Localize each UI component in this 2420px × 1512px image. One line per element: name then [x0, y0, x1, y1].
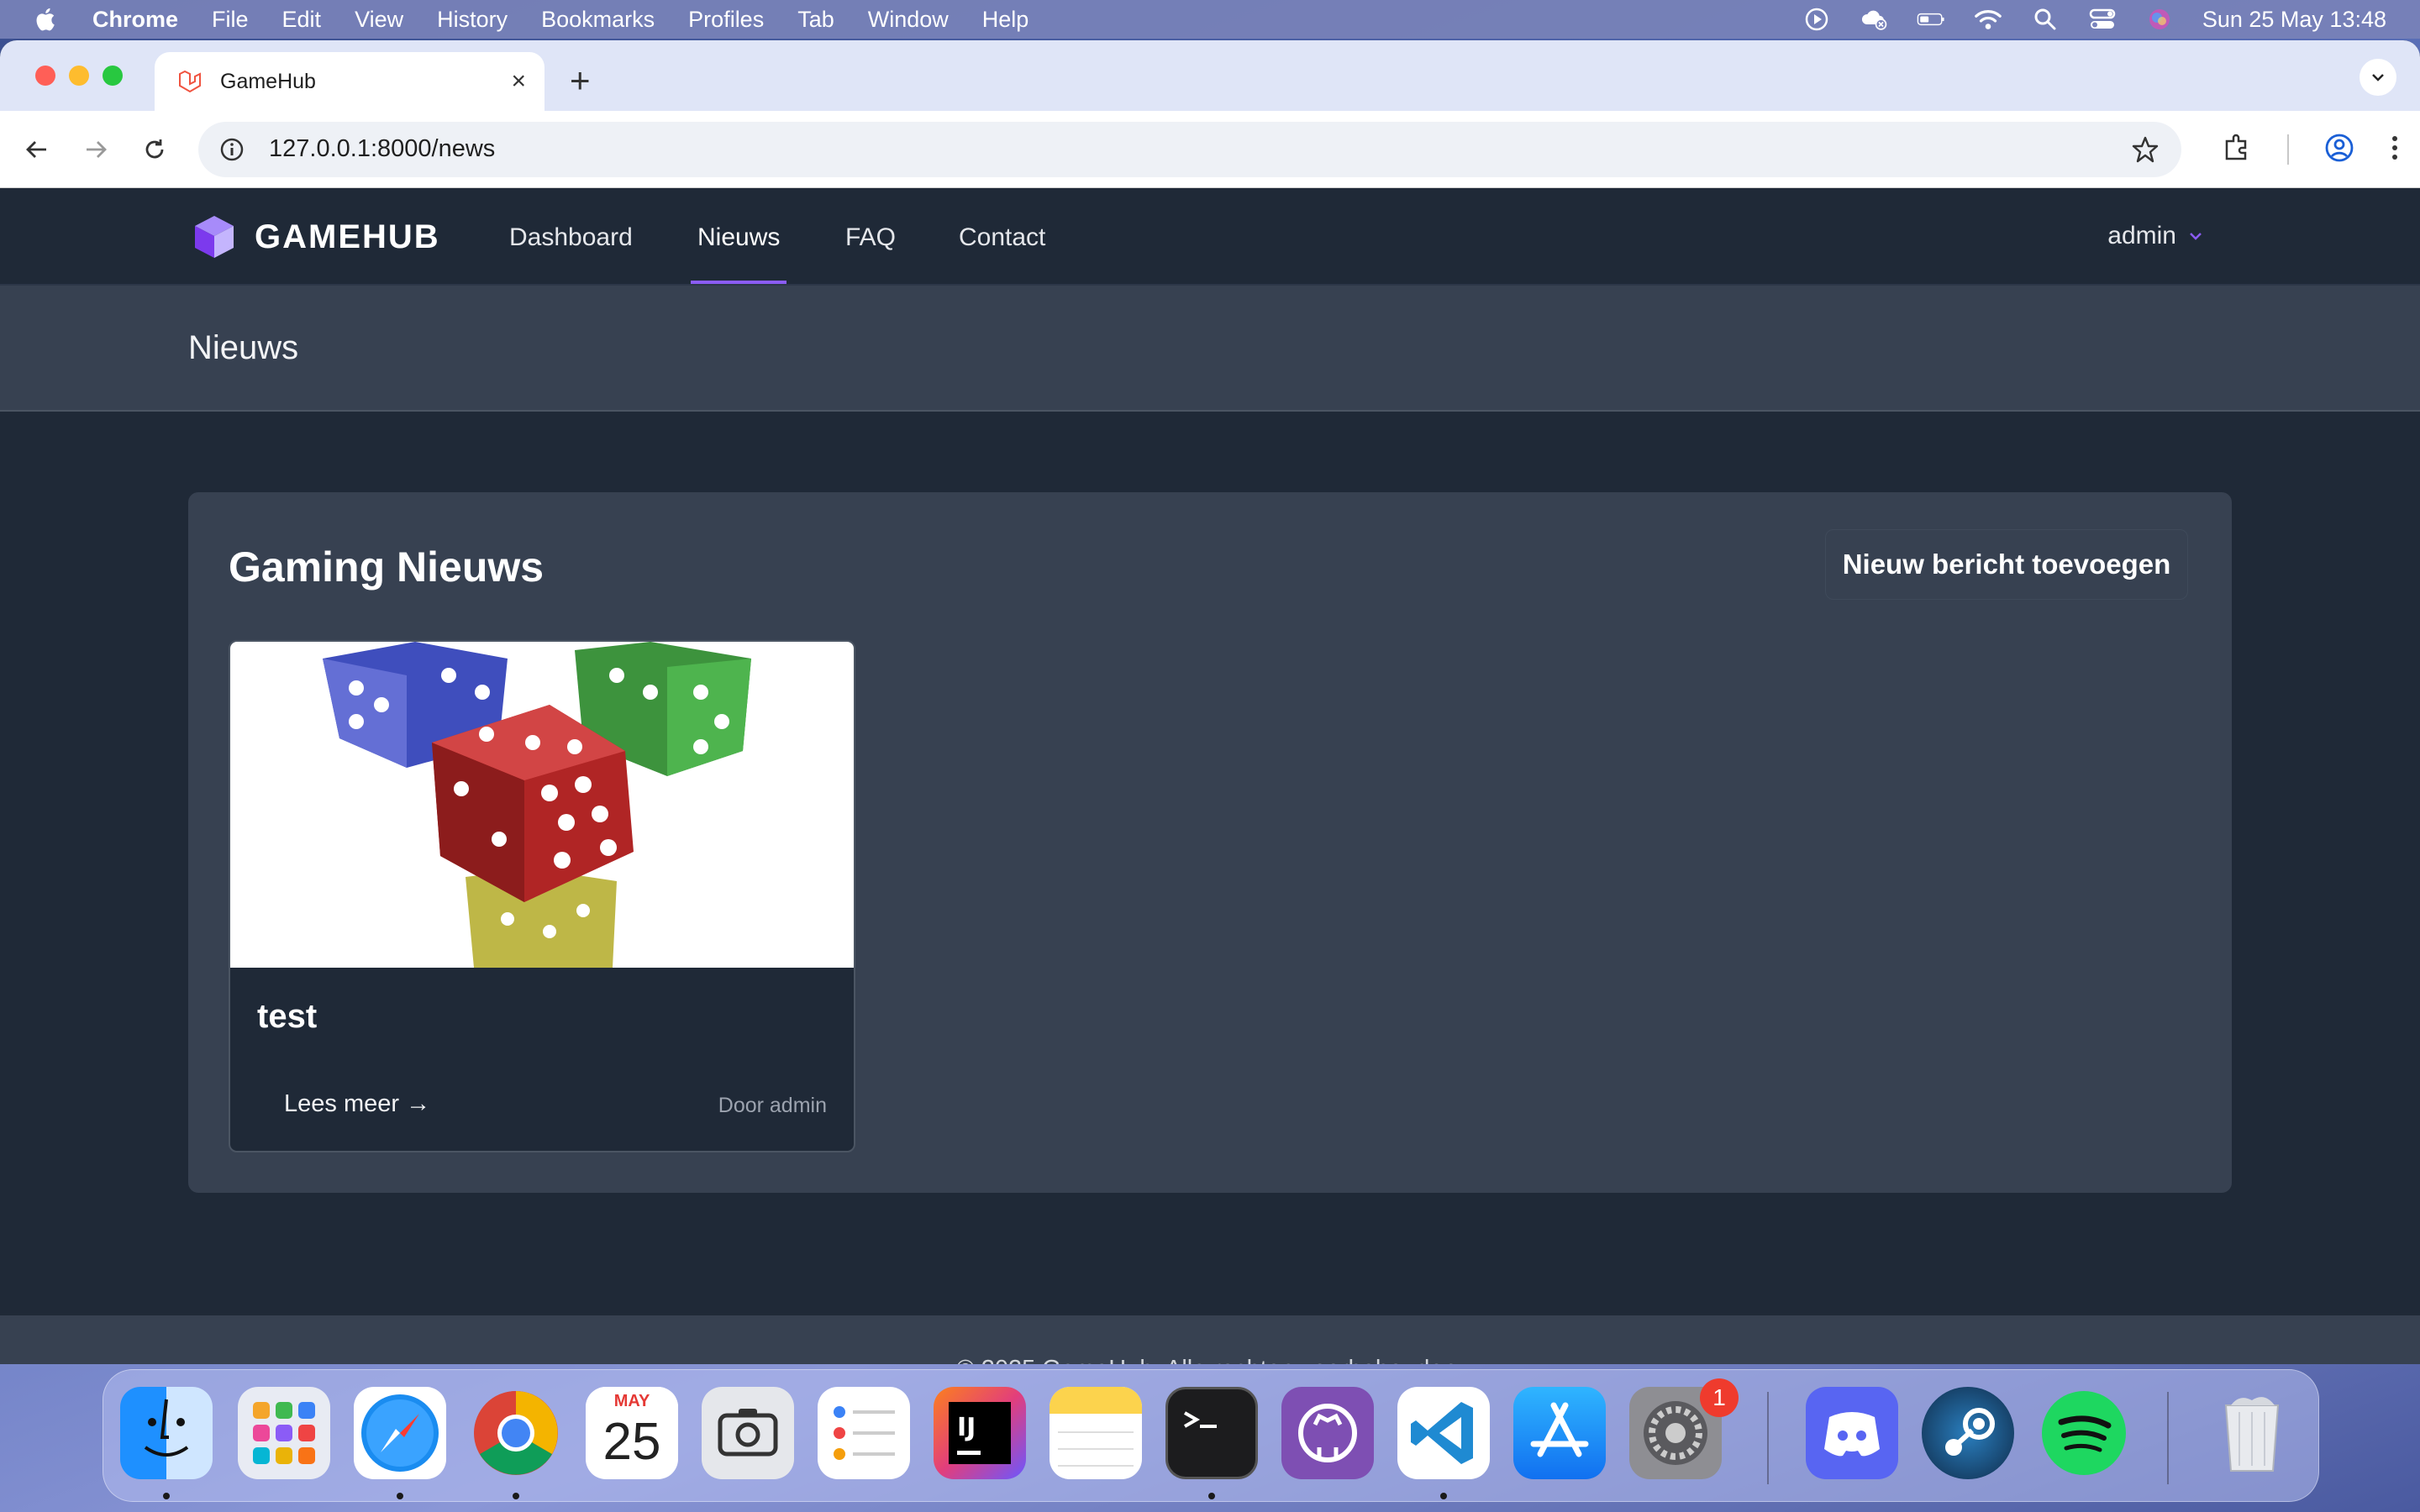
- nav-faq[interactable]: FAQ: [845, 223, 896, 252]
- laravel-favicon-icon: [179, 70, 201, 93]
- menu-help[interactable]: Help: [982, 7, 1029, 33]
- nav-contact[interactable]: Contact: [959, 223, 1045, 252]
- svg-text:IJ: IJ: [957, 1413, 976, 1442]
- vscode-running-dot: [1440, 1493, 1447, 1499]
- macos-menubar: Chrome File Edit View History Bookmarks …: [0, 0, 2420, 39]
- close-window-button[interactable]: [35, 66, 55, 86]
- cloud-icon[interactable]: [1860, 7, 1888, 32]
- status-area: Sun 25 May 13:48: [1802, 0, 2386, 39]
- window-controls: [35, 66, 123, 86]
- intellij-icon[interactable]: IJ: [934, 1387, 1026, 1479]
- menubar-clock[interactable]: Sun 25 May 13:48: [2202, 7, 2386, 33]
- read-more-link[interactable]: Lees meer →: [284, 1090, 430, 1118]
- web-page: GAMEHUB Dashboard Nieuws FAQ Contact adm…: [0, 188, 2420, 1364]
- more-menu-icon[interactable]: [2390, 133, 2400, 167]
- spotlight-icon[interactable]: [2031, 7, 2060, 32]
- finder-icon[interactable]: [120, 1387, 213, 1479]
- macos-dock: MAY 25 IJ 1: [103, 1369, 2319, 1502]
- chrome-icon[interactable]: [470, 1387, 562, 1479]
- news-panel: Gaming Nieuws Nieuw bericht toevoegen te…: [188, 492, 2232, 1193]
- page-header: Nieuws: [0, 286, 2420, 412]
- news-card[interactable]: test Lees meer → Door admin: [229, 640, 855, 1152]
- github-desktop-icon[interactable]: [1281, 1387, 1374, 1479]
- site-info-icon[interactable]: [218, 136, 245, 163]
- user-dropdown[interactable]: admin: [2107, 222, 2203, 250]
- menu-file[interactable]: File: [212, 7, 249, 33]
- menu-app-name[interactable]: Chrome: [92, 7, 178, 33]
- user-name: admin: [2107, 222, 2176, 249]
- calendar-month: MAY: [586, 1387, 678, 1412]
- menu-tab[interactable]: Tab: [797, 7, 834, 33]
- calendar-day: 25: [602, 1413, 661, 1471]
- site-navbar: GAMEHUB Dashboard Nieuws FAQ Contact adm…: [0, 188, 2420, 286]
- safari-icon[interactable]: [354, 1387, 446, 1479]
- url-text[interactable]: 127.0.0.1:8000/news: [269, 135, 495, 163]
- active-nav-indicator: [691, 281, 786, 284]
- wifi-icon[interactable]: [1974, 7, 2002, 32]
- panel-title: Gaming Nieuws: [229, 543, 544, 591]
- dice-image[interactable]: [230, 642, 855, 968]
- settings-notification-badge: 1: [1700, 1378, 1739, 1417]
- launchpad-icon[interactable]: [238, 1387, 330, 1479]
- tab-strip: GameHub × +: [0, 40, 2420, 111]
- news-author: Door admin: [718, 1094, 827, 1117]
- site-footer: © 2025 GameHub. Alle rechten voorbehoude…: [0, 1315, 2420, 1364]
- forward-button[interactable]: [79, 133, 113, 166]
- menu-bookmarks[interactable]: Bookmarks: [541, 7, 655, 33]
- toolbar-actions: [2222, 111, 2400, 188]
- dock-divider-trash: [2167, 1392, 2169, 1484]
- browser-window: GameHub × + 127.0.0.1:8000/news GAMEHUB …: [0, 40, 2420, 1364]
- menu-history[interactable]: History: [437, 7, 508, 33]
- nav-nieuws[interactable]: Nieuws: [697, 223, 780, 252]
- browser-toolbar: 127.0.0.1:8000/news: [0, 111, 2420, 188]
- spotify-icon[interactable]: [2038, 1387, 2130, 1479]
- back-button[interactable]: [20, 133, 54, 166]
- safari-running-dot: [397, 1493, 403, 1499]
- reload-button[interactable]: [138, 133, 171, 166]
- minimize-window-button[interactable]: [69, 66, 89, 86]
- nav-dashboard[interactable]: Dashboard: [509, 223, 633, 252]
- menu-edit[interactable]: Edit: [282, 7, 322, 33]
- reminders-icon[interactable]: [818, 1387, 910, 1479]
- notes-icon[interactable]: [1050, 1387, 1142, 1479]
- tab-title: GameHub: [220, 69, 316, 93]
- play-icon[interactable]: [1802, 7, 1831, 32]
- bookmark-star-icon[interactable]: [2131, 135, 2160, 164]
- screenshot-icon[interactable]: [702, 1387, 794, 1479]
- gamehub-logo-icon[interactable]: [192, 213, 237, 260]
- menu-window[interactable]: Window: [868, 7, 949, 33]
- vscode-icon[interactable]: [1397, 1387, 1490, 1479]
- steam-icon[interactable]: [1922, 1387, 2014, 1479]
- add-news-button[interactable]: Nieuw bericht toevoegen: [1825, 529, 2188, 600]
- siri-icon[interactable]: [2145, 7, 2174, 32]
- trash-icon[interactable]: [2206, 1387, 2298, 1479]
- terminal-icon[interactable]: [1165, 1387, 1258, 1479]
- menu-view[interactable]: View: [355, 7, 403, 33]
- discord-icon[interactable]: [1806, 1387, 1898, 1479]
- tab-close-icon[interactable]: ×: [511, 67, 526, 96]
- news-title[interactable]: test: [257, 998, 317, 1036]
- site-brand[interactable]: GAMEHUB: [255, 218, 440, 256]
- tab-gamehub[interactable]: GameHub ×: [155, 52, 544, 111]
- dock-divider: [1767, 1392, 1769, 1484]
- profile-icon[interactable]: [2324, 133, 2354, 167]
- finder-running-dot: [163, 1493, 170, 1499]
- zoom-window-button[interactable]: [103, 66, 123, 86]
- chrome-running-dot: [513, 1493, 519, 1499]
- chevron-down-icon: [2190, 233, 2202, 240]
- toolbar-divider: [2287, 134, 2289, 165]
- battery-icon[interactable]: [1917, 7, 1945, 32]
- calendar-icon[interactable]: MAY 25: [586, 1387, 678, 1479]
- apple-icon[interactable]: [32, 5, 60, 34]
- extensions-icon[interactable]: [2222, 133, 2252, 167]
- page-title: Nieuws: [188, 329, 299, 366]
- app-store-icon[interactable]: [1513, 1387, 1606, 1479]
- footer-copyright: © 2025 GameHub. Alle rechten voorbehoude…: [0, 1356, 2420, 1364]
- menu-profiles[interactable]: Profiles: [688, 7, 764, 33]
- new-tab-button[interactable]: +: [570, 60, 591, 101]
- control-center-icon[interactable]: [2088, 7, 2117, 32]
- address-bar[interactable]: 127.0.0.1:8000/news: [198, 121, 2181, 177]
- tab-search-icon[interactable]: [2360, 59, 2396, 96]
- terminal-running-dot: [1208, 1493, 1215, 1499]
